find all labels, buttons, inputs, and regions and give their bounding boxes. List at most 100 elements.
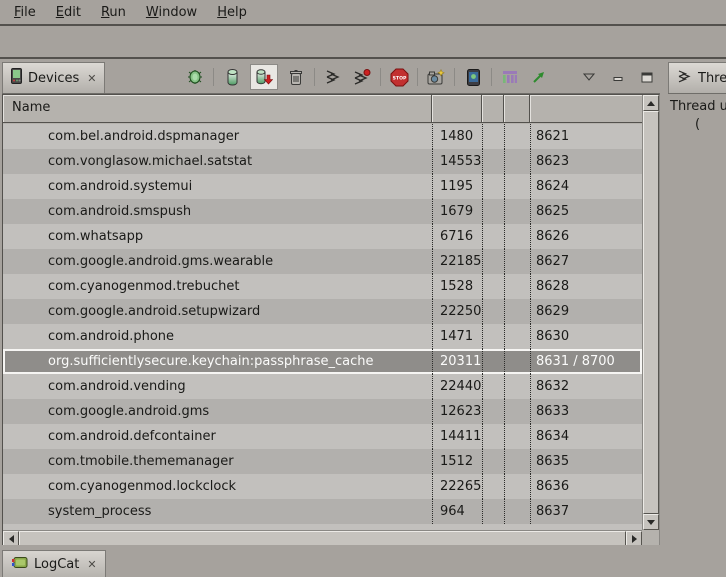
cell-blank2 xyxy=(504,124,530,149)
start-method-profiling-icon[interactable] xyxy=(351,65,373,89)
cell-port: 8629 xyxy=(530,299,642,324)
cell-port: 8630 xyxy=(530,324,642,349)
view-menu-chevron-icon[interactable] xyxy=(578,65,600,89)
cell-blank1 xyxy=(482,299,504,324)
table-row[interactable]: com.bel.android.dspmanager 1480 8621 xyxy=(3,124,642,149)
horizontal-scrollbar[interactable] xyxy=(3,530,642,546)
toolbar-separator xyxy=(491,68,492,86)
scroll-left-button[interactable] xyxy=(3,531,19,546)
table-row[interactable]: com.android.defcontainer 14411 8634 xyxy=(3,424,642,449)
cell-blank2 xyxy=(504,224,530,249)
cell-blank1 xyxy=(482,249,504,274)
cell-blank2 xyxy=(504,274,530,299)
dump-hprof-icon[interactable] xyxy=(250,64,278,90)
cell-port: 8627 xyxy=(530,249,642,274)
column-header-pid[interactable] xyxy=(432,95,482,122)
cause-gc-trash-icon[interactable] xyxy=(285,65,307,89)
tab-logcat[interactable]: LogCat ✕ xyxy=(2,550,106,577)
menu-run[interactable]: Run xyxy=(91,3,136,22)
cell-blank2 xyxy=(504,174,530,199)
cell-blank1 xyxy=(482,499,504,524)
cell-pid: 1471 xyxy=(432,324,482,349)
cell-process-name: com.cyanogenmod.trebuchet xyxy=(3,274,432,299)
close-icon[interactable]: ✕ xyxy=(87,73,96,84)
table-row[interactable]: com.cyanogenmod.lockclock 22265 8636 xyxy=(3,474,642,499)
device-screen-icon[interactable] xyxy=(462,65,484,89)
screen-capture-camera-icon[interactable] xyxy=(425,65,447,89)
table-row[interactable]: com.google.android.setupwizard 22250 862… xyxy=(3,299,642,324)
cell-port: 8624 xyxy=(530,174,642,199)
cell-port: 8631 / 8700 xyxy=(530,349,642,374)
device-phone-icon xyxy=(11,68,22,88)
table-row[interactable]: com.cyanogenmod.trebuchet 1528 8628 xyxy=(3,274,642,299)
table-row[interactable]: com.tmobile.thememanager 1512 8635 xyxy=(3,449,642,474)
cell-process-name: com.google.android.gms.wearable xyxy=(3,249,432,274)
systrace-bars-icon[interactable] xyxy=(499,65,521,89)
minimize-icon[interactable] xyxy=(607,65,629,89)
maximize-icon[interactable] xyxy=(636,65,658,89)
scroll-down-button[interactable] xyxy=(643,514,659,530)
cell-blank1 xyxy=(482,174,504,199)
table-row[interactable]: com.android.systemui 1195 8624 xyxy=(3,174,642,199)
logcat-icon xyxy=(11,556,28,573)
table-row[interactable]: com.google.android.gms.wearable 22185 86… xyxy=(3,249,642,274)
cell-blank2 xyxy=(504,149,530,174)
table-row[interactable]: com.whatsapp 6716 8626 xyxy=(3,224,642,249)
column-header-name[interactable]: Name xyxy=(3,95,432,122)
update-threads-icon[interactable] xyxy=(322,65,344,89)
cell-blank2 xyxy=(504,474,530,499)
menu-window[interactable]: Window xyxy=(136,3,207,22)
menu-help[interactable]: Help xyxy=(207,3,257,22)
stop-process-icon[interactable]: STOP xyxy=(388,65,410,89)
cell-blank2 xyxy=(504,349,530,374)
vertical-scroll-thumb[interactable] xyxy=(643,111,659,514)
cell-blank2 xyxy=(504,324,530,349)
table-row[interactable]: com.vonglasow.michael.satstat 14553 8623 xyxy=(3,149,642,174)
debug-bug-icon[interactable] xyxy=(184,65,206,89)
table-row[interactable]: com.google.android.gms 12623 8633 xyxy=(3,399,642,424)
cell-pid: 22185 xyxy=(432,249,482,274)
cell-port: 8621 xyxy=(530,124,642,149)
cell-process-name: com.vonglasow.michael.satstat xyxy=(3,149,432,174)
column-header-blank2[interactable] xyxy=(504,95,530,122)
device-table-body: com.bel.android.dspmanager 1480 8621 com… xyxy=(3,124,642,530)
cell-pid: 14411 xyxy=(432,424,482,449)
tab-threads[interactable]: Threads xyxy=(668,62,726,93)
cell-blank1 xyxy=(482,124,504,149)
ddms-window: FileEditRunWindowHelp Devices ✕ xyxy=(0,0,726,577)
table-row[interactable]: com.android.vending 22440 8632 xyxy=(3,374,642,399)
table-row[interactable]: com.android.phone 1471 8630 xyxy=(3,324,642,349)
update-heap-icon[interactable] xyxy=(221,65,243,89)
close-icon[interactable]: ✕ xyxy=(87,559,96,570)
cell-port: 8634 xyxy=(530,424,642,449)
cell-process-name: com.android.smspush xyxy=(3,199,432,224)
cell-process-name: com.bel.android.dspmanager xyxy=(3,124,432,149)
cell-blank1 xyxy=(482,349,504,374)
threads-message-line1: Thread up xyxy=(670,99,726,114)
menu-file[interactable]: File xyxy=(4,3,46,22)
scrollbar-corner xyxy=(642,530,659,546)
table-row[interactable]: com.android.smspush 1679 8625 xyxy=(3,199,642,224)
cell-pid: 20311 xyxy=(432,349,482,374)
cell-blank2 xyxy=(504,299,530,324)
cell-process-name: com.whatsapp xyxy=(3,224,432,249)
menu-edit[interactable]: Edit xyxy=(46,3,91,22)
cell-blank1 xyxy=(482,199,504,224)
column-header-blank1[interactable] xyxy=(482,95,504,122)
table-row[interactable]: system_process 964 8637 xyxy=(3,499,642,524)
vertical-scrollbar[interactable] xyxy=(642,95,659,530)
scroll-up-button[interactable] xyxy=(643,95,659,111)
cell-pid: 6716 xyxy=(432,224,482,249)
column-header-port[interactable] xyxy=(530,95,642,122)
scroll-right-button[interactable] xyxy=(626,531,642,546)
cell-blank2 xyxy=(504,374,530,399)
table-row[interactable]: org.sufficientlysecure.keychain:passphra… xyxy=(3,349,642,374)
tab-logcat-label: LogCat xyxy=(34,557,79,572)
cell-blank1 xyxy=(482,374,504,399)
tab-devices[interactable]: Devices ✕ xyxy=(2,62,105,93)
cell-port: 8625 xyxy=(530,199,642,224)
opengl-trace-arrow-icon[interactable] xyxy=(528,65,550,89)
cell-port: 8623 xyxy=(530,149,642,174)
horizontal-scroll-thumb[interactable] xyxy=(19,531,626,546)
cell-blank2 xyxy=(504,399,530,424)
